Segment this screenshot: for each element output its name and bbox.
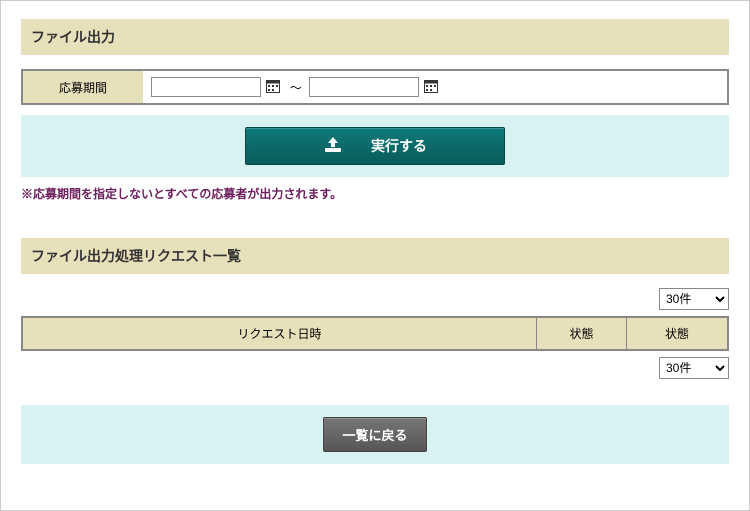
calendar-icon[interactable] — [424, 79, 438, 96]
execute-action-bar: 実行する — [21, 115, 729, 177]
pager-bottom-row: 30件 — [21, 357, 729, 379]
col-header-status2: 状態 — [627, 318, 727, 349]
table-header-row: リクエスト日時 状態 状態 — [23, 318, 727, 349]
page-frame: ファイル出力 応募期間 ～ — [0, 0, 750, 511]
col-header-status1: 状態 — [537, 318, 627, 349]
period-label: 応募期間 — [59, 81, 107, 95]
back-action-bar: 一覧に戻る — [21, 405, 729, 464]
page-size-select-bottom[interactable]: 30件 — [659, 357, 729, 379]
period-value-cell: ～ — [143, 71, 727, 103]
calendar-icon[interactable] — [266, 79, 280, 96]
range-separator: ～ — [290, 79, 302, 96]
date-from-input[interactable] — [151, 77, 261, 97]
execute-button[interactable]: 実行する — [245, 127, 505, 165]
section-header-request-list: ファイル出力処理リクエスト一覧 — [21, 238, 729, 274]
pager-top-row: 30件 — [21, 288, 729, 310]
period-label-cell: 応募期間 — [23, 71, 143, 103]
request-list-table: リクエスト日時 状態 状態 — [21, 316, 729, 351]
date-to-input[interactable] — [309, 77, 419, 97]
upload-icon — [323, 137, 343, 156]
section-header-export: ファイル出力 — [21, 19, 729, 55]
back-to-list-button[interactable]: 一覧に戻る — [323, 417, 426, 452]
filter-form-table: 応募期間 ～ — [21, 69, 729, 105]
execute-button-label: 実行する — [371, 136, 427, 156]
col-header-datetime: リクエスト日時 — [23, 318, 537, 349]
page-size-select-top[interactable]: 30件 — [659, 288, 729, 310]
period-note: ※応募期間を指定しないとすべての応募者が出力されます。 — [21, 185, 729, 202]
